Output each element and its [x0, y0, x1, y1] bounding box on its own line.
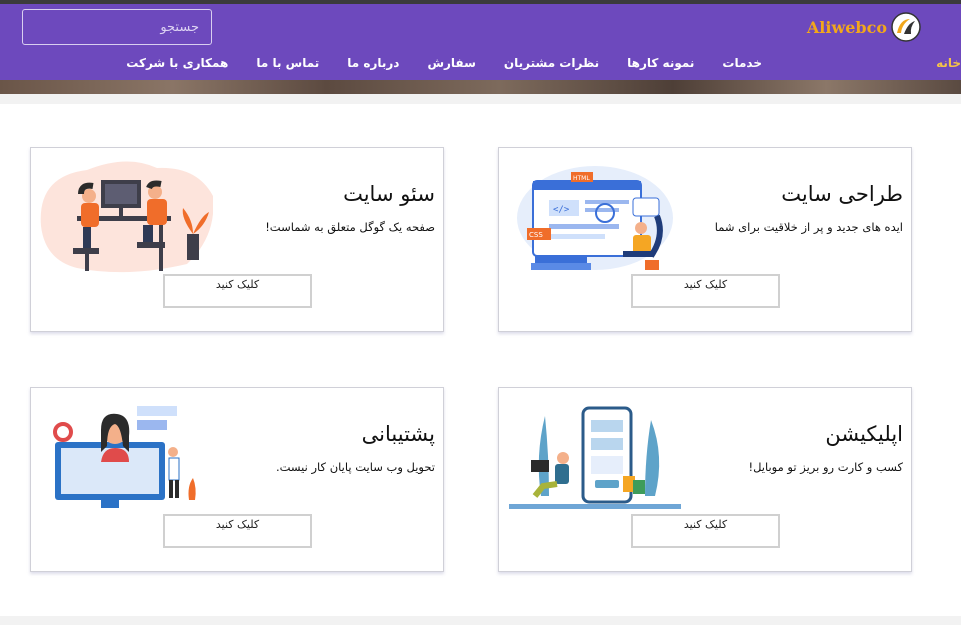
nav-item-portfolio[interactable]: نمونه کارها: [613, 56, 708, 70]
card-button[interactable]: کلیک کنید: [163, 274, 312, 308]
nav-item-order[interactable]: سفارش: [413, 56, 489, 70]
card-description: کسب و کارت رو بریز تو موبایل!: [748, 460, 903, 474]
search-input[interactable]: [22, 9, 212, 45]
card-description: تحویل وب سایت پایان کار نیست.: [275, 460, 435, 474]
svg-text:</>: </>: [553, 205, 570, 215]
card-description: صفحه یک گوگل متعلق به شماست!: [265, 220, 435, 234]
services-section: </> CSS HTML طراحی سایت ایده های جدید و …: [0, 104, 961, 616]
card-title: اپلیکیشن: [825, 422, 903, 446]
service-card-seo: سئو سایت صفحه یک گوگل متعلق به شماست! کل…: [30, 147, 444, 332]
card-button[interactable]: کلیک کنید: [631, 514, 780, 548]
logo-icon: [891, 12, 921, 42]
header-banner-strip: [0, 80, 961, 94]
site-logo[interactable]: Aliwebco: [807, 11, 921, 43]
nav-item-about[interactable]: درباره ما: [333, 56, 413, 70]
svg-text:CSS: CSS: [529, 231, 543, 239]
nav-item-testimonials[interactable]: نظرات مشتریان: [490, 56, 613, 70]
mobile-app-illustration: [509, 406, 681, 509]
seo-team-illustration: [40, 161, 213, 273]
nav-item-cooperation[interactable]: همکاری با شرکت: [112, 56, 242, 70]
card-title: پشتیبانی: [361, 422, 435, 446]
card-title: سئو سایت: [343, 182, 435, 206]
logo-text: Aliwebco: [806, 17, 887, 37]
card-button[interactable]: کلیک کنید: [163, 514, 312, 548]
service-card-support: پشتیبانی تحویل وب سایت پایان کار نیست. ک…: [30, 387, 444, 572]
nav-item-services[interactable]: خدمات: [708, 56, 776, 70]
card-title: طراحی سایت: [781, 182, 903, 206]
nav-item-contact[interactable]: تماس با ما: [242, 56, 333, 70]
service-card-web-design: </> CSS HTML طراحی سایت ایده های جدید و …: [498, 147, 912, 332]
web-design-illustration: </> CSS HTML: [517, 166, 673, 270]
nav-item-home[interactable]: خانه: [936, 56, 961, 70]
service-card-application: اپلیکیشن کسب و کارت رو بریز تو موبایل! ک…: [498, 387, 912, 572]
card-description: ایده های جدید و پر از خلاقیت برای شما: [714, 220, 903, 234]
card-button[interactable]: کلیک کنید: [631, 274, 780, 308]
support-agent-illustration: [53, 406, 196, 508]
main-nav: خانه خدمات نمونه کارها نظرات مشتریان سفا…: [112, 56, 961, 70]
svg-text:HTML: HTML: [573, 175, 590, 182]
site-header: Aliwebco خانه خدمات نمونه کارها نظرات مش…: [0, 4, 961, 80]
